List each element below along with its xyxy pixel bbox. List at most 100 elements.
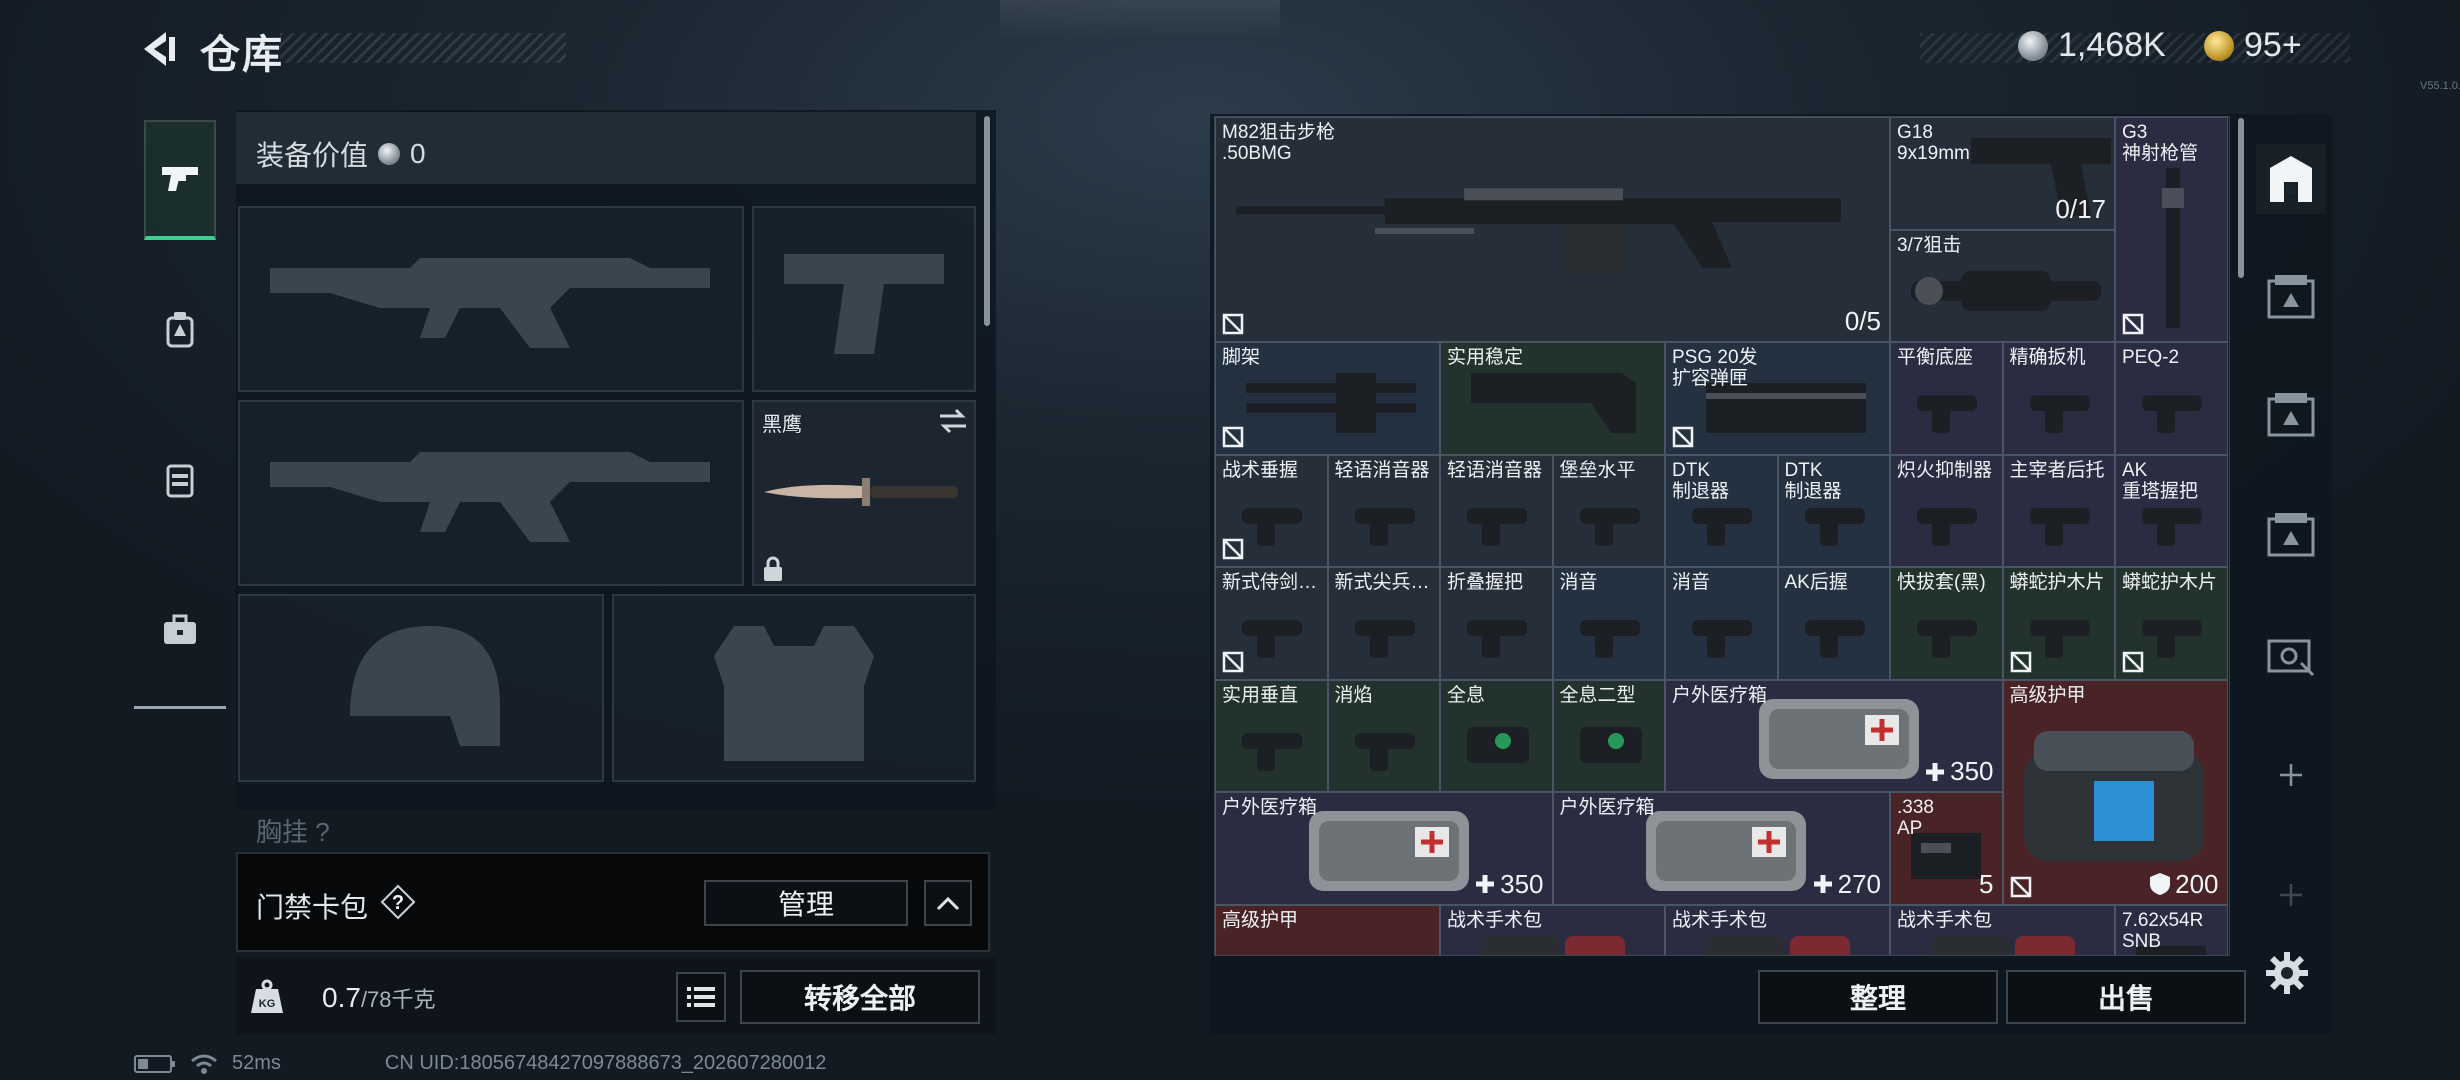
inventory-item[interactable]: PEQ-2 — [2115, 342, 2228, 455]
item-name: 7.62x54R SNB — [2122, 909, 2204, 952]
nav-backpack[interactable] — [144, 270, 216, 390]
inventory-item[interactable]: 新式尖兵… — [1327, 567, 1440, 680]
inventory-item[interactable]: M82狙击步枪 .50BMG 0/5 — [1215, 117, 1890, 342]
inventory-item[interactable]: 户外医疗箱 270 — [1552, 792, 1890, 905]
inventory-item[interactable]: AK 重塔握把 — [2115, 454, 2228, 567]
item-image — [1242, 620, 1303, 658]
inventory-item[interactable]: 户外医疗箱 350 — [1665, 679, 2003, 792]
manage-button[interactable]: 管理 — [704, 880, 908, 926]
inventory-item[interactable]: 精确扳机 — [2002, 342, 2115, 455]
inventory-item[interactable]: 高级护甲 200 — [2002, 679, 2228, 905]
inventory-item[interactable]: 高级护甲 — [1215, 904, 1440, 955]
inventory-item[interactable]: 战术垂握 — [1215, 454, 1328, 567]
no-insure-icon — [1222, 538, 1244, 560]
sell-button[interactable]: 出售 — [2006, 970, 2246, 1024]
item-name: 户外医疗箱 — [1672, 684, 1768, 706]
nav-chest-rig[interactable] — [144, 420, 216, 540]
gold-currency[interactable]: 95+ — [2204, 26, 2302, 65]
inventory-item[interactable]: 主宰者后托 — [2002, 454, 2115, 567]
plus-icon — [2280, 884, 2302, 906]
inventory-item[interactable]: 战术手术包 — [1440, 904, 1665, 955]
inventory-item[interactable]: 7.62x54R SNB — [2115, 904, 2228, 955]
rnav-stash[interactable] — [2256, 144, 2326, 214]
equip-value-amount: 0 — [410, 138, 426, 169]
rnav-container-3[interactable] — [2256, 500, 2326, 570]
pistol-slot[interactable] — [752, 206, 976, 392]
item-name: G18 9x19mm — [1897, 122, 1970, 164]
transfer-all-button[interactable]: 转移全部 — [740, 970, 980, 1024]
primary-weapon-slot[interactable] — [238, 206, 744, 392]
item-image — [2162, 168, 2184, 328]
inventory-item[interactable]: 蟒蛇护木片 — [2115, 567, 2228, 680]
inventory-item[interactable]: DTK 制退器 — [1665, 454, 1778, 567]
inventory-item[interactable]: 轻语消音器 — [1327, 454, 1440, 567]
rnav-add-1[interactable] — [2256, 740, 2326, 810]
no-insure-icon — [1222, 651, 1244, 673]
inventory-item[interactable]: 蟒蛇护木片 — [2002, 567, 2115, 680]
inventory-item[interactable]: 3/7狙击 — [1890, 229, 2115, 342]
inventory-item[interactable]: 消音 — [1665, 567, 1778, 680]
item-count-value: 200 — [2175, 868, 2219, 899]
inventory-item[interactable]: 战术手术包 — [1890, 904, 2115, 955]
inventory-item[interactable]: 战术手术包 — [1665, 904, 1890, 955]
inventory-item[interactable]: 全息二型 — [1552, 679, 1665, 792]
inventory-item[interactable]: .338 AP 5 — [1890, 792, 2003, 905]
inventory-item[interactable]: 堡垒水平 — [1552, 454, 1665, 567]
list-view-button[interactable] — [676, 972, 726, 1022]
inventory-item[interactable]: 快拔套(黑) — [1890, 567, 2003, 680]
uid-text: CN UID:18056748427097888673_202607280012 — [384, 1052, 827, 1074]
silver-currency[interactable]: 1,468K — [2018, 26, 2166, 65]
inventory-item[interactable]: G3 神射枪管 — [2115, 117, 2228, 342]
ping-text: 52ms — [232, 1052, 281, 1074]
container-icon — [2267, 275, 2315, 319]
inventory-item[interactable]: 消焰 — [1327, 679, 1440, 792]
help-button[interactable]: ? — [380, 884, 416, 920]
silver-coin-icon — [378, 143, 401, 165]
inventory-item[interactable]: DTK 制退器 — [1777, 454, 1890, 567]
inventory-item[interactable]: 脚架 — [1215, 342, 1440, 455]
secondary-weapon-slot[interactable] — [238, 400, 744, 586]
item-name: 战术手术包 — [1672, 909, 1768, 931]
inventory-item[interactable]: 全息 — [1440, 679, 1553, 792]
plus-icon — [2280, 764, 2302, 786]
inventory-item[interactable]: 炽火抑制器 — [1890, 454, 2003, 567]
back-button[interactable] — [134, 26, 180, 72]
inventory-item[interactable]: 平衡底座 — [1890, 342, 2003, 455]
inventory-item[interactable]: 折叠握把 — [1440, 567, 1553, 680]
inventory-item[interactable]: 户外医疗箱 350 — [1215, 792, 1553, 905]
inventory-item[interactable]: AK后握 — [1777, 567, 1890, 680]
inventory-item[interactable]: PSG 20发 扩容弹匣 — [1665, 342, 1890, 455]
swap-icon[interactable] — [938, 408, 968, 434]
item-count-value: 0/17 — [2055, 193, 2106, 224]
rnav-container-2[interactable] — [2256, 380, 2326, 450]
item-image — [1354, 732, 1415, 771]
item-name: PEQ-2 — [2122, 347, 2180, 368]
inventory-item[interactable]: 消音 — [1552, 567, 1665, 680]
sort-button[interactable]: 整理 — [1758, 970, 1998, 1024]
nav-weapons[interactable] — [144, 120, 216, 240]
item-image — [2029, 620, 2090, 658]
left-scrollbar[interactable] — [984, 116, 990, 326]
helmet-slot[interactable] — [238, 594, 604, 782]
melee-slot[interactable]: 黑鹰 — [752, 400, 976, 586]
inventory-item[interactable]: 实用稳定 — [1440, 342, 1665, 455]
item-image — [1917, 395, 1978, 433]
nav-case[interactable] — [144, 570, 216, 690]
inventory-item[interactable]: 轻语消音器 — [1440, 454, 1553, 567]
inventory-scrollbar[interactable] — [2238, 118, 2244, 278]
collapse-button[interactable] — [924, 880, 972, 926]
rnav-container-1[interactable] — [2256, 262, 2326, 332]
item-count: 5 — [1979, 869, 1993, 900]
item-name: 蟒蛇护木片 — [2122, 572, 2218, 593]
inventory-item[interactable]: 新式侍剑… — [1215, 567, 1328, 680]
svg-text:KG: KG — [259, 998, 276, 1010]
item-name: 精确扳机 — [2009, 347, 2086, 368]
armor-slot[interactable] — [612, 594, 976, 782]
stash-icon — [2270, 156, 2312, 202]
inventory-item[interactable]: G18 9x19mm 0/17 — [1890, 117, 2115, 230]
gear-icon — [2266, 952, 2308, 994]
settings-button[interactable] — [2258, 944, 2316, 1002]
rnav-add-2[interactable] — [2256, 860, 2326, 930]
inventory-item[interactable]: 实用垂直 — [1215, 679, 1328, 792]
rnav-container-4[interactable] — [2256, 618, 2326, 688]
